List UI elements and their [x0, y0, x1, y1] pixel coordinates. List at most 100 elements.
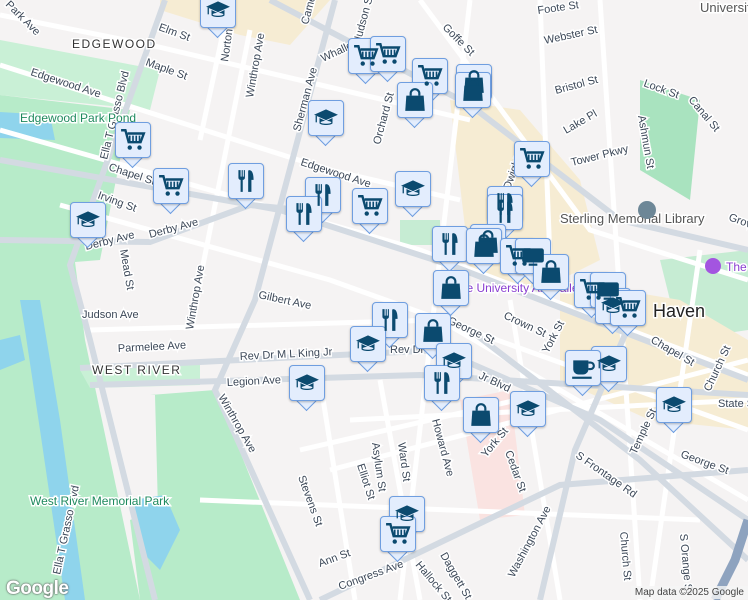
marker-box	[380, 516, 416, 552]
map-marker-cart[interactable]	[370, 36, 406, 83]
map-marker-bag[interactable]	[466, 228, 502, 275]
marker-box	[487, 194, 523, 230]
google-logo: Google	[6, 578, 69, 599]
coffee-icon	[570, 355, 596, 381]
street-label: Elm St	[157, 22, 192, 44]
marker-box	[286, 196, 322, 232]
map-marker-education[interactable]	[510, 391, 546, 438]
marker-box	[228, 163, 264, 199]
map-marker-cart[interactable]	[610, 290, 646, 337]
marker-box	[308, 100, 344, 136]
map-marker-coffee[interactable]	[565, 350, 601, 397]
map-marker-education[interactable]	[656, 387, 692, 434]
street-label: Stevens St	[295, 474, 324, 528]
restaurant-icon	[377, 307, 403, 333]
cart-icon	[417, 63, 443, 89]
map-marker-restaurant[interactable]	[286, 196, 322, 243]
map-marker-education[interactable]	[308, 100, 344, 147]
park-label: West River Memorial Park	[30, 494, 170, 508]
education-icon	[294, 370, 320, 396]
education-icon	[75, 207, 101, 233]
marker-box	[424, 365, 460, 401]
poi-label-museum[interactable]: The	[725, 259, 748, 276]
marker-box	[432, 226, 468, 262]
street-label: Winthrop Ave	[184, 264, 207, 330]
street-label: Ann St	[317, 547, 352, 570]
neighborhood-label: WEST RIVER	[92, 363, 181, 377]
map-marker-education[interactable]	[70, 202, 106, 249]
map-marker-bag[interactable]	[397, 82, 433, 129]
marker-box	[289, 365, 325, 401]
restaurant-icon	[492, 199, 518, 225]
marker-box	[350, 326, 386, 362]
street-label: Judson Ave	[82, 309, 139, 321]
street-label: Legion Ave	[227, 374, 282, 389]
marker-box	[514, 141, 550, 177]
marker-box	[352, 188, 388, 224]
camera-icon[interactable]	[705, 258, 721, 274]
marker-box	[510, 391, 546, 427]
education-icon	[515, 396, 541, 422]
map-marker-bag[interactable]	[433, 270, 469, 317]
poi-label-university[interactable]: University Science	[699, 0, 748, 17]
street-label: Lake Pl	[562, 108, 600, 137]
map-marker-education[interactable]	[395, 171, 431, 218]
map-marker-cart[interactable]	[352, 188, 388, 235]
street-label: State St	[718, 398, 748, 410]
street-label: Gilbert Ave	[257, 289, 312, 312]
marker-box	[610, 290, 646, 326]
marker-box	[395, 171, 431, 207]
cart-icon	[357, 193, 383, 219]
map-marker-cart[interactable]	[153, 168, 189, 215]
education-icon	[313, 105, 339, 131]
poi-label-library[interactable]: Sterling Memorial Library	[559, 210, 707, 228]
street-label: Howard Ave	[429, 418, 456, 478]
education-icon	[355, 331, 381, 357]
street-label: Parmelee Ave	[118, 339, 187, 355]
marker-box	[455, 72, 491, 108]
street-label: Grove	[727, 212, 748, 234]
bag-icon	[538, 259, 564, 285]
marker-box	[533, 254, 569, 290]
cart-icon	[519, 146, 545, 172]
bag-icon	[460, 77, 486, 103]
bag-icon	[402, 87, 428, 113]
education-icon	[596, 351, 622, 377]
marker-box	[591, 346, 627, 382]
restaurant-icon	[233, 168, 259, 194]
education-icon	[661, 392, 687, 418]
map-marker-restaurant[interactable]	[424, 365, 460, 412]
map-marker-restaurant[interactable]	[432, 226, 468, 273]
cart-icon	[385, 521, 411, 547]
marker-box	[70, 202, 106, 238]
map-marker-bag[interactable]	[533, 254, 569, 301]
map-marker-cart[interactable]	[514, 141, 550, 188]
map-marker-education[interactable]	[289, 365, 325, 412]
city-label: Haven	[653, 301, 705, 321]
neighborhood-label: EDGEWOOD	[72, 37, 157, 51]
cart-icon	[615, 295, 641, 321]
map-marker-education[interactable]	[200, 0, 236, 39]
street-label: Webster St	[543, 24, 599, 47]
marker-box	[153, 168, 189, 204]
street-label: Tower Pkwy	[570, 143, 630, 169]
map-marker-cart[interactable]	[380, 516, 416, 563]
marker-box	[466, 228, 502, 264]
map-attribution[interactable]: Map data ©2025 Google	[630, 586, 748, 599]
marker-box	[463, 397, 499, 433]
marker-box	[433, 270, 469, 306]
map-marker-cart[interactable]	[115, 122, 151, 169]
street-label: Rev Dr M L King Jr	[240, 346, 333, 363]
bag-icon	[420, 318, 446, 344]
marker-box	[397, 82, 433, 118]
bag-icon	[468, 402, 494, 428]
map-marker-education[interactable]	[350, 326, 386, 373]
street-label: Bristol St	[554, 74, 600, 97]
map-marker-restaurant[interactable]	[228, 163, 264, 210]
cart-icon	[120, 127, 146, 153]
library-icon[interactable]	[638, 201, 656, 219]
street-label: Crown St	[502, 310, 548, 340]
restaurant-icon	[429, 370, 455, 396]
map-marker-bag[interactable]	[463, 397, 499, 444]
map-marker-bag[interactable]	[455, 72, 491, 119]
